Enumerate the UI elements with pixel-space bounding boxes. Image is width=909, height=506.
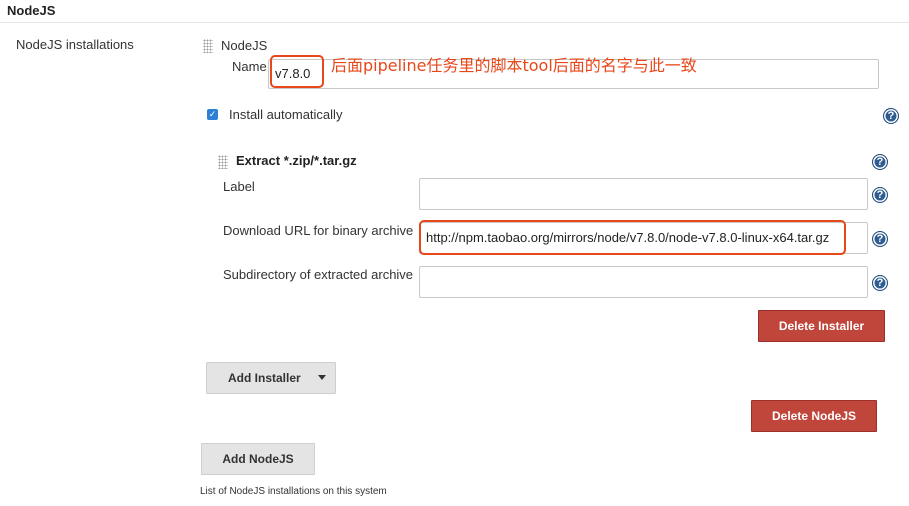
chevron-down-icon[interactable] — [318, 375, 326, 380]
subdirectory-label: Subdirectory of extracted archive — [223, 267, 414, 282]
name-highlight-box — [270, 55, 324, 88]
download-url-label: Download URL for binary archive — [223, 223, 414, 238]
help-icon[interactable]: ? — [883, 108, 899, 124]
delete-installer-button[interactable]: Delete Installer — [758, 310, 885, 342]
help-icon[interactable]: ? — [872, 231, 888, 247]
delete-nodejs-button[interactable]: Delete NodeJS — [751, 400, 877, 432]
help-icon[interactable]: ? — [872, 154, 888, 170]
help-icon[interactable]: ? — [872, 275, 888, 291]
add-installer-label: Add Installer — [228, 371, 301, 385]
drag-handle-icon[interactable] — [203, 39, 213, 53]
name-label: Name — [232, 59, 267, 74]
install-automatically-checkbox[interactable]: ✓ — [207, 109, 218, 120]
help-icon[interactable]: ? — [872, 187, 888, 203]
installer-title: Extract *.zip/*.tar.gz — [236, 153, 357, 168]
add-nodejs-button[interactable]: Add NodeJS — [201, 443, 315, 475]
label-input[interactable] — [419, 178, 868, 210]
check-icon: ✓ — [208, 109, 217, 119]
nodejs-block-header: NodeJS — [221, 38, 268, 53]
url-highlight-box — [419, 220, 846, 255]
nodejs-installations-label: NodeJS installations — [16, 37, 134, 52]
drag-handle-icon[interactable] — [218, 155, 228, 169]
section-divider — [0, 22, 909, 23]
add-installer-button[interactable]: Add Installer — [206, 362, 336, 394]
label-field-label: Label — [223, 179, 255, 194]
subdirectory-input[interactable] — [419, 266, 868, 298]
section-title: NodeJS — [7, 3, 56, 18]
install-automatically-label: Install automatically — [229, 107, 343, 122]
installations-description: List of NodeJS installations on this sys… — [200, 486, 387, 497]
annotation-text: 后面pipeline任务里的脚本tool后面的名字与此一致 — [331, 56, 697, 75]
